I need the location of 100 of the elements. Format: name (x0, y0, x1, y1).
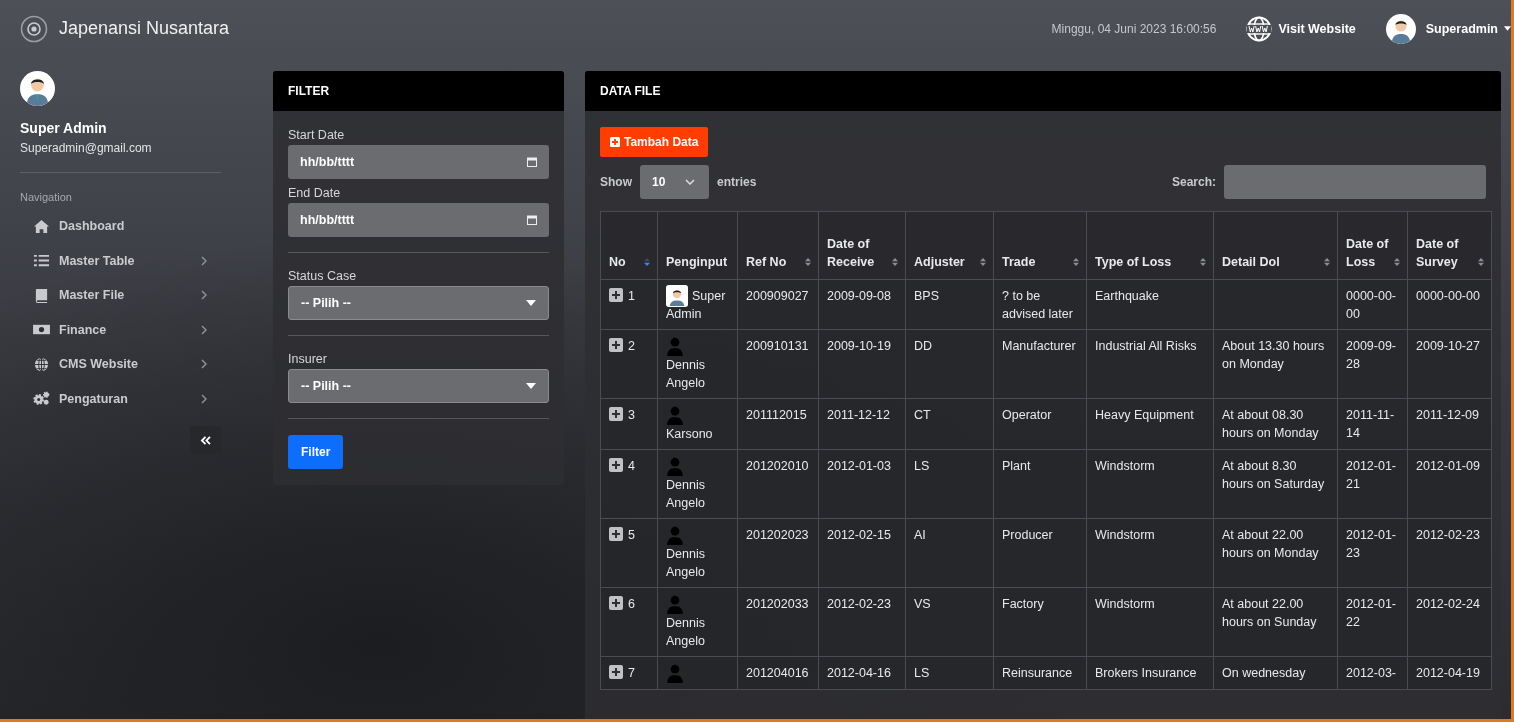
avatar-icon (666, 285, 688, 307)
profile-email: Superadmin@gmail.com (20, 141, 153, 155)
table-cell: 6 (600, 587, 658, 657)
nav-item[interactable]: CMS Website (20, 347, 221, 382)
nav-item[interactable]: Master File (20, 278, 221, 313)
sort-icon (1199, 257, 1207, 267)
profile-name: Super Admin (20, 120, 108, 136)
calendar-icon (527, 157, 537, 167)
table-cell: Karsono (657, 398, 738, 450)
caret-icon (526, 300, 536, 306)
table-cell: 2009-09-28 (1337, 329, 1408, 399)
nav-item[interactable]: Pengaturan (20, 381, 221, 416)
table-cell: Dennis Angelo (657, 587, 738, 657)
column-header[interactable]: Date of Survey (1407, 211, 1492, 280)
column-header[interactable]: Type of Loss (1086, 211, 1214, 280)
logo-icon (20, 14, 48, 43)
nav-heading: Navigation (20, 191, 73, 203)
table-cell: 2009-09-08 (818, 279, 906, 330)
person-silhouette-icon (666, 526, 684, 545)
column-header[interactable]: Adjuster (905, 211, 994, 280)
expand-icon[interactable] (609, 527, 623, 541)
insurer-select[interactable]: -- Pilih -- (288, 369, 549, 403)
gears-icon (33, 391, 50, 407)
chevron-right-icon (201, 324, 207, 335)
person-silhouette-icon (666, 406, 684, 425)
table-cell: 3 (600, 398, 658, 450)
table-cell: AI (905, 518, 994, 588)
person-silhouette-icon (666, 337, 684, 356)
table-cell: Industrial All Risks (1086, 329, 1214, 399)
table-cell: Super Admin (657, 279, 738, 330)
table-cell: 2012-02-23 (1407, 518, 1492, 588)
book-icon (33, 287, 50, 303)
end-date-field[interactable]: hh/bb/tttt (288, 203, 549, 237)
table-cell: Earthquake (1086, 279, 1214, 330)
column-header[interactable]: Date of Receive (818, 211, 906, 280)
table-cell: 201112015 (737, 398, 819, 450)
table-cell: Dennis Angelo (657, 449, 738, 519)
sort-icon (1072, 257, 1080, 267)
table-cell: 2012-02-15 (818, 518, 906, 588)
table-cell: DD (905, 329, 994, 399)
add-data-button[interactable]: Tambah Data (600, 127, 709, 157)
table-cell: 0000-00-00 (1407, 279, 1492, 330)
column-header[interactable]: Penginput (657, 211, 738, 280)
chevron-down-icon (685, 179, 695, 185)
table-cell: 200910131 (737, 329, 819, 399)
column-header[interactable]: Ref No (737, 211, 819, 280)
filter-button[interactable]: Filter (288, 435, 344, 469)
sort-icon (979, 257, 987, 267)
nav-item[interactable]: Master Table (20, 243, 221, 278)
user-menu[interactable]: Superadmin (1385, 13, 1511, 44)
person-silhouette-icon (666, 457, 684, 476)
expand-icon[interactable] (609, 338, 623, 352)
nav-item[interactable]: Finance (20, 312, 221, 347)
table-cell: CT (905, 398, 994, 450)
table-cell: 201202023 (737, 518, 819, 588)
table-cell: Brokers Insurance (1086, 656, 1214, 690)
expand-icon[interactable] (609, 288, 623, 302)
show-label: Show (600, 175, 632, 189)
table-cell: Windstorm (1086, 587, 1214, 657)
table-cell: Windstorm (1086, 518, 1214, 588)
column-header[interactable]: No (600, 211, 658, 280)
table-cell: Reinsurance (993, 656, 1087, 690)
table-cell: 2012-01-03 (818, 449, 906, 519)
column-header[interactable]: Trade (993, 211, 1087, 280)
table-cell: Factory (993, 587, 1087, 657)
field-label: Status Case (288, 269, 358, 283)
table-cell: At about 22.00 hours on Sunday (1213, 587, 1338, 657)
search-field[interactable] (1224, 165, 1486, 199)
table-cell: 201202010 (737, 449, 819, 519)
card-title: FILTER (288, 84, 330, 98)
column-header[interactable]: Detail Dol (1213, 211, 1338, 280)
sort-icon (1393, 257, 1401, 267)
avatar-icon (1385, 13, 1416, 44)
table-cell: 2012-02-23 (818, 587, 906, 657)
table-cell: 2012-01-23 (1337, 518, 1408, 588)
expand-icon[interactable] (609, 665, 623, 679)
double-chevron-left-icon (200, 435, 211, 445)
expand-icon[interactable] (609, 596, 623, 610)
field-label: Insurer (288, 352, 328, 366)
table-cell: 2009-10-19 (818, 329, 906, 399)
collapse-sidebar-button[interactable] (190, 426, 221, 454)
start-date-field[interactable]: hh/bb/tttt (288, 145, 549, 179)
table-cell: Windstorm (1086, 449, 1214, 519)
table-cell: 2012-01-22 (1337, 587, 1408, 657)
page-size-select[interactable]: 10 (640, 165, 709, 199)
expand-icon[interactable] (609, 407, 623, 421)
table-cell: At about 22.00 hours on Monday (1213, 518, 1338, 588)
visit-website-link[interactable]: Visit Website (1246, 15, 1356, 42)
column-header[interactable]: Date of Loss (1337, 211, 1408, 280)
table-cell: 7 (600, 656, 658, 690)
nav-item[interactable]: Dashboard (20, 209, 221, 244)
table-cell: 0000-00-00 (1337, 279, 1408, 330)
search-label: Search: (1171, 175, 1216, 189)
expand-icon[interactable] (609, 458, 623, 472)
chevron-right-icon (201, 255, 207, 266)
status-case-select[interactable]: -- Pilih -- (288, 286, 549, 320)
table-cell: LS (905, 449, 994, 519)
table-cell: Dennis Angelo (657, 329, 738, 399)
avatar-icon (20, 71, 55, 106)
sort-icon (1477, 257, 1485, 267)
